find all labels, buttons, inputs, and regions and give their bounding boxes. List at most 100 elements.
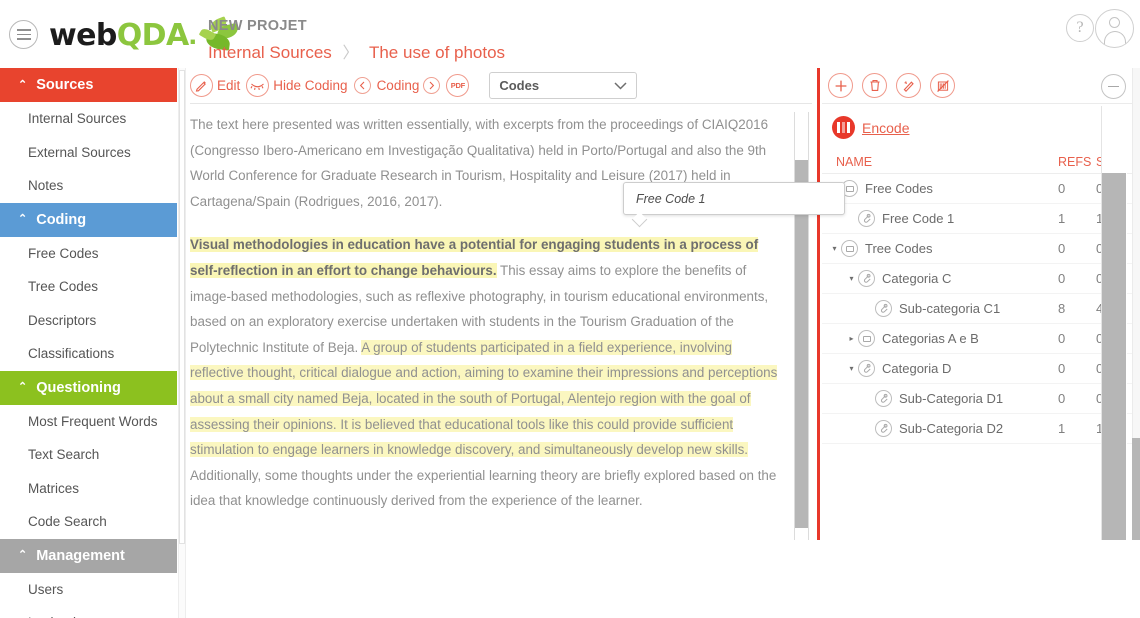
tree-node-label: Categoria C xyxy=(882,271,952,286)
table-row[interactable]: ▸ Categorias A e B00 xyxy=(822,324,1140,354)
sidebar-item-descriptors[interactable]: Descriptors xyxy=(0,303,177,337)
tree-node-label: Sub-categoria C1 xyxy=(899,301,1001,316)
sidebar-item-external-sources[interactable]: External Sources xyxy=(0,135,177,169)
help-icon[interactable]: ? xyxy=(1066,14,1094,42)
code-node-icon xyxy=(858,360,875,377)
coded-highlight-b: A group of students participated in a fi… xyxy=(190,339,778,458)
code-tooltip-label: Free Code 1 xyxy=(636,191,706,206)
sidebar-group-label: Management xyxy=(36,547,125,564)
sidebar-item-most-frequent-words[interactable]: Most Frequent Words xyxy=(0,404,177,438)
code-node-icon xyxy=(858,210,875,227)
hide-coding-button[interactable]: Hide Coding xyxy=(246,74,348,97)
coding-label-group: Coding xyxy=(377,78,420,93)
codes-panel-toolbar xyxy=(822,68,1140,104)
remove-coding-icon[interactable] xyxy=(930,73,955,98)
sidebar-item-free-codes[interactable]: Free Codes xyxy=(0,236,177,270)
tree-node: Sub-categoria C1 xyxy=(822,300,1058,317)
pdf-export-button[interactable]: PDF xyxy=(446,74,470,97)
hamburger-menu-icon[interactable] xyxy=(9,20,38,49)
codes-dropdown[interactable]: Codes xyxy=(489,72,638,99)
logo-text-qda: QDA xyxy=(116,17,189,53)
code-node-icon xyxy=(875,420,892,437)
tree-node: Free Code 1 xyxy=(822,210,1058,227)
eye-hidden-icon xyxy=(246,74,270,97)
tree-node-label: Free Code 1 xyxy=(882,211,955,226)
table-row[interactable]: Sub-Categoria D2 1 1 xyxy=(822,414,1140,444)
coding-next-button[interactable] xyxy=(423,77,441,94)
outer-scrollbar-thumb[interactable] xyxy=(1132,438,1140,540)
tree-node: ▸ Categorias A e B xyxy=(822,330,1058,347)
code-node-icon xyxy=(875,390,892,407)
sidebar-item-matrices[interactable]: Matrices xyxy=(0,471,177,505)
chevron-right-circle-icon xyxy=(423,77,441,94)
hide-coding-label: Hide Coding xyxy=(273,78,348,93)
document-toolbar: Edit Hide Coding Coding PDF Codes xyxy=(190,68,812,104)
tree-node: Free Codes xyxy=(822,180,1058,197)
tree-node: ▾ Tree Codes xyxy=(822,240,1058,257)
tree-node-label: Categoria D xyxy=(882,361,952,376)
logo-dot: . xyxy=(188,18,197,51)
document-content[interactable]: The text here presented was written esse… xyxy=(190,112,795,540)
sidebar-group-management[interactable]: ⌃ Management xyxy=(0,538,177,573)
sidebar-item-internal-sources[interactable]: Internal Sources xyxy=(0,102,177,136)
codes-panel-scrollbar-thumb[interactable] xyxy=(1102,173,1126,540)
document-scrollbar-thumb[interactable] xyxy=(795,160,808,528)
edit-button[interactable]: Edit xyxy=(190,74,240,97)
chevron-down-icon[interactable]: ▾ xyxy=(845,274,858,283)
chevron-up-icon: ⌃ xyxy=(18,213,28,225)
table-row[interactable]: Free Codes 0 0 xyxy=(822,174,1140,204)
tree-node-refs: 8 xyxy=(1058,301,1066,316)
breadcrumb-current-document[interactable]: The use of photos xyxy=(369,43,505,62)
sidebar-group-questioning[interactable]: ⌃ Questioning xyxy=(0,370,177,405)
codes-table-header: NAME REFS SO... xyxy=(822,150,1140,174)
chevron-up-icon: ⌃ xyxy=(18,549,28,561)
table-row[interactable]: Free Code 111 xyxy=(822,204,1140,234)
add-code-icon[interactable] xyxy=(828,73,853,98)
sidebar-scrollbar-thumb[interactable] xyxy=(179,70,185,544)
minus-circle-icon[interactable] xyxy=(1101,74,1126,99)
delete-code-icon[interactable] xyxy=(862,73,887,98)
code-node-icon xyxy=(858,270,875,287)
coding-margin-line xyxy=(817,68,820,540)
coding-prev-button[interactable] xyxy=(353,77,371,94)
sidebar-group-label: Coding xyxy=(36,211,87,228)
chevron-up-icon: ⌃ xyxy=(18,381,28,393)
tree-node: ▾ Categoria C xyxy=(822,270,1058,287)
breadcrumb-internal-sources[interactable]: Internal Sources xyxy=(208,43,332,62)
tree-node-label: Sub-Categoria D2 xyxy=(899,421,1004,436)
user-avatar-icon[interactable] xyxy=(1095,9,1134,48)
column-header-refs: REFS xyxy=(1058,154,1092,169)
tree-node: Sub-Categoria D2 xyxy=(822,420,1058,437)
sidebar-item-users[interactable]: Users xyxy=(0,572,177,606)
folder-node-icon xyxy=(858,330,875,347)
sidebar-item-classifications[interactable]: Classifications xyxy=(0,337,177,371)
codes-panel: Encode NAME REFS SO... Free Codes 0 0 Free … xyxy=(822,68,1140,540)
table-row[interactable]: ▾ Categoria C00 xyxy=(822,264,1140,294)
sidebar-item-logbook[interactable]: Logbook xyxy=(0,606,177,618)
table-row[interactable]: Sub-categoria C1 8 4 xyxy=(822,294,1140,324)
sidebar-item-code-search[interactable]: Code Search xyxy=(0,505,177,539)
sidebar-item-text-search[interactable]: Text Search xyxy=(0,438,177,472)
coding-label: Coding xyxy=(376,78,420,93)
tree-node-refs: 0 xyxy=(1058,331,1066,346)
tree-node-refs: 0 xyxy=(1058,271,1066,286)
sidebar-item-notes[interactable]: Notes xyxy=(0,169,177,203)
chevron-down-icon[interactable]: ▾ xyxy=(845,364,858,373)
chevron-up-icon: ⌃ xyxy=(18,78,28,91)
sidebar-group-coding[interactable]: ⌃ Coding xyxy=(0,202,177,237)
encode-button[interactable]: Encode xyxy=(832,116,909,139)
chevron-down-icon[interactable]: ▾ xyxy=(828,244,841,253)
chevron-right-icon[interactable]: ▸ xyxy=(845,334,858,343)
pencil-icon xyxy=(190,74,213,97)
table-row[interactable]: ▾ Tree Codes 0 0 xyxy=(822,234,1140,264)
table-row[interactable]: ▾ Categoria D00 xyxy=(822,354,1140,384)
breadcrumb: Internal Sources 〉 The use of photos xyxy=(208,42,505,65)
tree-node: ▾ Categoria D xyxy=(822,360,1058,377)
table-row[interactable]: Sub-Categoria D1 0 0 xyxy=(822,384,1140,414)
edit-code-icon[interactable] xyxy=(896,73,921,98)
sidebar-item-tree-codes[interactable]: Tree Codes xyxy=(0,270,177,304)
sidebar-group-label: Questioning xyxy=(36,379,121,396)
breadcrumb-separator-icon: 〉 xyxy=(342,45,359,62)
sidebar-group-sources[interactable]: ⌃ Sources xyxy=(0,68,177,102)
project-block: NEW PROJET Internal Sources 〉 The use of… xyxy=(208,16,505,65)
